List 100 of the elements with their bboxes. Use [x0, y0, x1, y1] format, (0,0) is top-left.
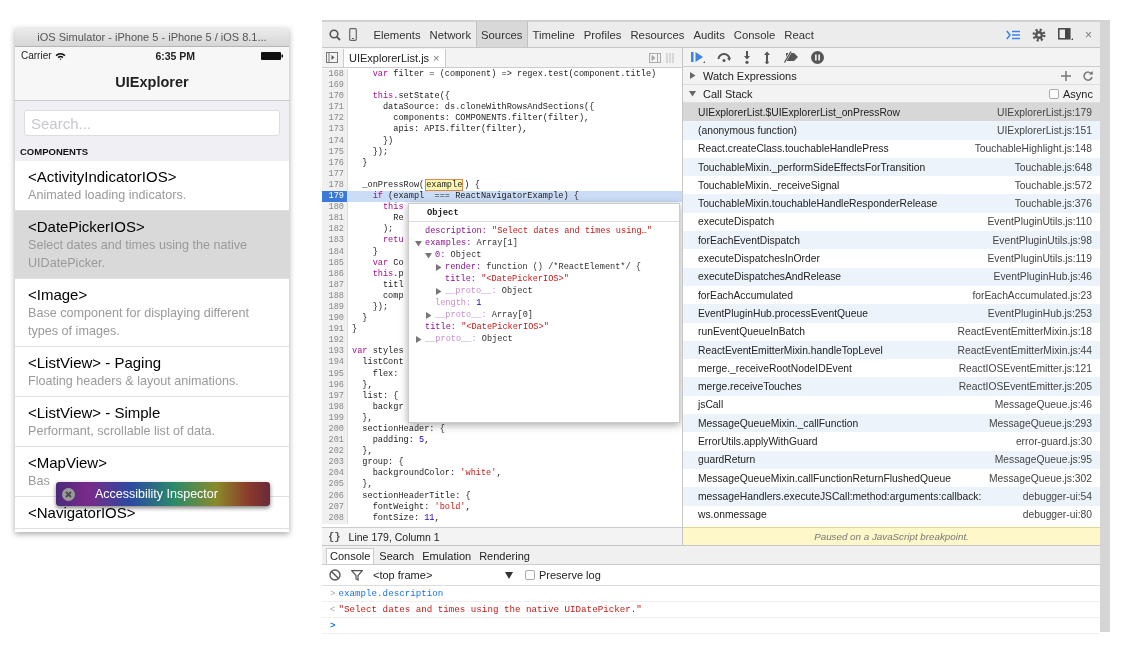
console-drawer-icon[interactable] [1006, 29, 1020, 40]
panel-tab[interactable]: Sources [475, 22, 528, 47]
context-dropdown[interactable]: <top frame> [373, 569, 495, 581]
function-name: TouchableMixin._performSideEffectsForTransition [698, 161, 926, 173]
dock-icon[interactable] [1058, 28, 1073, 41]
close-button[interactable]: × [1085, 27, 1092, 42]
function-name: (anonymous function) [698, 124, 798, 136]
function-name: MessageQueueMixin._callFunction [698, 417, 859, 429]
step-out-icon[interactable] [763, 50, 771, 64]
panel-tab[interactable]: Audits [688, 22, 730, 47]
drawer-tab[interactable]: Rendering [476, 549, 533, 564]
call-stack-row[interactable]: UIExplorerList.$UIExplorerList_onPressRow UIExplorerList.js:179 [683, 103, 1100, 122]
property-row: __proto__: Object [445, 286, 533, 296]
file-location: EventPluginUtils.js:119 [987, 253, 1092, 264]
drawer-tab[interactable]: Search [376, 549, 418, 564]
search-icon[interactable] [329, 28, 341, 41]
function-name: jsCall [698, 399, 724, 411]
step-over-icon[interactable] [717, 52, 731, 62]
property-row: examples: Array[1] [425, 238, 518, 248]
list-item[interactable]: <Image> Base component for displaying different types of images. [15, 279, 289, 347]
function-name: forEachAccumulated [698, 289, 793, 301]
item-description: Floating headers & layout animations. [28, 373, 240, 390]
list-item[interactable]: <ListView> - Simple Performant, scrollable list of data. [15, 397, 289, 447]
filter-icon[interactable] [351, 569, 363, 581]
code-line: fontSize: 11, [371, 512, 440, 524]
item-title: <Image> [28, 285, 89, 304]
function-name: MessageQueueMixin.callFunctionReturnFlushedQueue [698, 472, 951, 484]
pause-icon[interactable] [811, 50, 824, 64]
section-title[interactable]: Call Stack [703, 87, 753, 100]
step-into-icon[interactable] [743, 50, 751, 64]
panel-tab[interactable]: Timeline [528, 22, 580, 47]
expand-triangle-icon[interactable] [425, 311, 432, 319]
drawer-tab[interactable]: Emulation [419, 549, 475, 564]
item-title: <ListView> - Paging [28, 353, 163, 372]
expand-triangle-icon[interactable] [435, 287, 442, 295]
section-header: COMPONENTS [19, 145, 90, 159]
device-icon[interactable] [349, 28, 357, 41]
close-icon[interactable] [62, 487, 75, 501]
panel-tab[interactable]: React [779, 22, 819, 47]
console-message: example.description [338, 588, 444, 599]
section-title[interactable]: Watch Expressions [703, 69, 797, 82]
item-title: <ListView> - Simple [28, 403, 162, 422]
property-row: __proto__: Object [425, 334, 513, 344]
call-stack-row[interactable]: forEachEventDispatch EventPluginUtils.js:98 [683, 231, 1100, 250]
resume-icon[interactable] [691, 51, 705, 63]
call-stack-row[interactable]: EventPluginHub.processEventQueue EventPluginHub.js:253 [683, 304, 1100, 323]
file-location: ReactEventEmitterMixin.js:18 [957, 326, 1092, 338]
settings-icon[interactable] [1032, 27, 1046, 42]
expand-triangle-icon[interactable] [689, 72, 696, 79]
add-icon[interactable] [1061, 70, 1071, 81]
sidebar-toggle-icon[interactable] [326, 52, 338, 63]
deactivate-breakpoints-icon[interactable] [783, 51, 799, 63]
panel-tab[interactable]: Network [425, 22, 476, 47]
expand-triangle-icon[interactable] [415, 239, 422, 247]
pretty-print-button[interactable]: {} [328, 530, 341, 543]
item-description: Bas [28, 473, 51, 490]
call-stack-row[interactable]: merge.receiveTouches ReactIOSEventEmitter.js:205 [683, 377, 1100, 396]
item-title: <DatePickerIOS> [28, 217, 146, 236]
file-tab[interactable]: UIExplorerList.js × [343, 48, 446, 67]
list-item[interactable]: <DatePickerIOS> Select dates and times using the native UIDatePicker. [15, 211, 289, 279]
code-line: } [351, 324, 358, 336]
file-location: EventPluginHub.js:46 [993, 271, 1092, 283]
search-field[interactable]: Search... [24, 110, 280, 136]
expand-triangle-icon[interactable] [689, 90, 696, 97]
call-stack-row[interactable]: messageHandlers.executeJSCall:method:arguments:callback: debugger-ui:54 [683, 487, 1100, 506]
code-line: var filter = (component) => regex.test(component.title) [371, 69, 657, 81]
code-line: _onPressRow( example ) { [361, 179, 480, 191]
preserve-log-checkbox[interactable] [525, 570, 535, 580]
expand-triangle-icon[interactable] [435, 263, 442, 271]
status-time: 6:35 PM [155, 49, 196, 62]
function-name: guardReturn [698, 454, 756, 466]
panel-tab[interactable]: Resources [625, 22, 689, 47]
file-location: EventPluginUtils.js:98 [992, 234, 1092, 246]
code-line: this.p [371, 268, 404, 280]
refresh-icon[interactable] [1083, 70, 1093, 81]
code-line: }); [371, 146, 389, 158]
line-number[interactable]: 179 [322, 191, 348, 203]
call-stack-row[interactable]: TouchableMixin.touchableHandleResponderRelease Touchable.js:376 [683, 194, 1100, 213]
call-stack-row[interactable]: (anonymous function) UIExplorerList.js:151 [683, 121, 1100, 140]
call-stack-row[interactable]: MessageQueueMixin._callFunction MessageQueue.js:293 [683, 414, 1100, 433]
panel-tab[interactable]: Profiles [579, 22, 626, 47]
list-item[interactable]: <ListView> - Paging Floating headers & layout animations. [15, 347, 289, 397]
item-title: <MapView> [28, 453, 108, 472]
expand-triangle-icon[interactable] [415, 335, 422, 343]
code-line: listCont [361, 357, 404, 369]
async-checkbox[interactable] [1049, 88, 1060, 99]
drawer-tab[interactable]: Console [326, 548, 375, 564]
function-name: runEventQueueInBatch [698, 326, 806, 338]
panel-tab[interactable]: Elements [369, 22, 426, 47]
code-line: }, [361, 446, 373, 458]
code-line: sectionHeaderTitle: { [361, 490, 471, 502]
caret-icon[interactable] [505, 571, 513, 579]
function-name: executeDispatchesInOrder [698, 253, 820, 264]
clear-console-icon[interactable] [329, 569, 341, 581]
file-location: Touchable.js:572 [1014, 179, 1092, 191]
panel-tab[interactable]: Console [729, 22, 780, 47]
expand-triangle-icon[interactable] [425, 251, 432, 259]
file-location: ReactIOSEventEmitter.js:205 [958, 381, 1092, 393]
panel-toggle-icon[interactable] [649, 52, 661, 63]
carrier-label: Carrier [21, 50, 52, 61]
